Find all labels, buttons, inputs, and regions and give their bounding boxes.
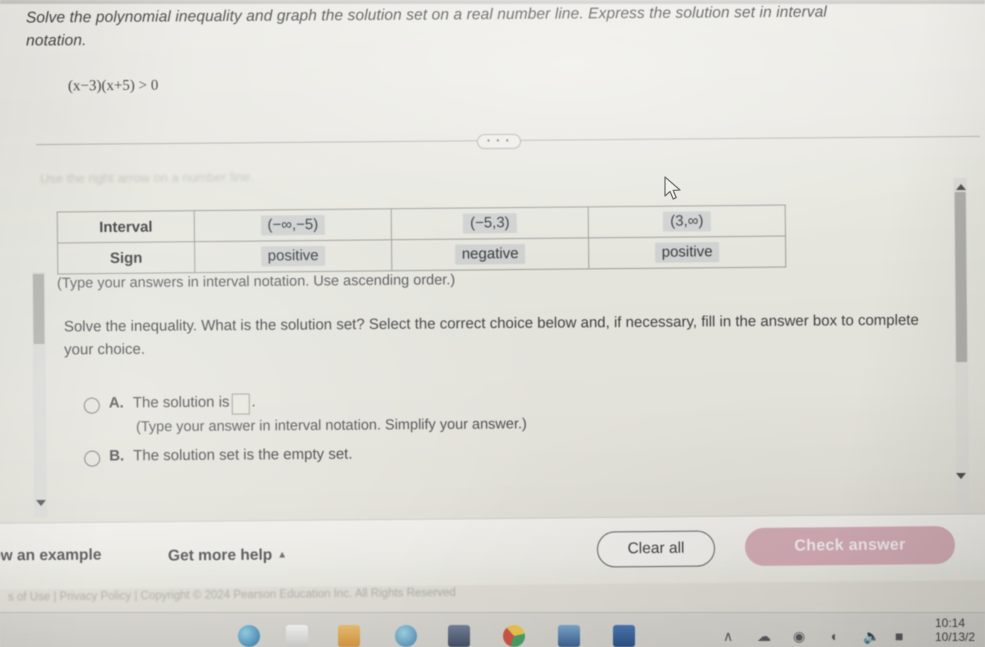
outlook-icon[interactable]: [558, 625, 580, 647]
chrome-icon[interactable]: [503, 625, 525, 647]
sign-cell-1[interactable]: positive: [194, 239, 392, 273]
get-more-help-link[interactable]: Get more help ▲: [168, 546, 287, 565]
onedrive-icon[interactable]: ☁: [757, 628, 771, 645]
clock-date: 10/13/2: [935, 630, 976, 644]
interval-value-2: (−5,3): [462, 213, 517, 234]
get-more-help-label: Get more help: [167, 546, 273, 565]
answer-choices: A. The solution is . (Type your answer i…: [83, 389, 785, 470]
choice-b-letter: B.: [109, 447, 125, 465]
view-an-example-link[interactable]: ew an example: [0, 547, 101, 566]
problem-equation: (x−3)(x+5) > 0: [67, 77, 159, 95]
word-icon[interactable]: [613, 625, 635, 647]
sign-cell-3[interactable]: positive: [588, 236, 786, 269]
file-folder-icon[interactable]: [338, 625, 360, 647]
sign-value-3: positive: [654, 242, 720, 263]
battery-icon[interactable]: ■: [895, 628, 903, 644]
scroll-up-arrow-icon[interactable]: [955, 183, 967, 191]
choice-b[interactable]: B. The solution set is the empty set.: [84, 442, 784, 467]
choice-a-trailing: .: [251, 393, 256, 411]
taskbar-clock[interactable]: 10:14 10/13/2: [935, 616, 975, 644]
volume-icon[interactable]: 🔈: [863, 628, 880, 645]
caret-up-icon: ▲: [277, 549, 288, 561]
screenshot-root: Solve the polynomial inequality and grap…: [0, 0, 985, 647]
clock-time: 10:14: [935, 616, 966, 630]
teams-icon[interactable]: [395, 625, 417, 647]
choice-a[interactable]: A. The solution is .: [83, 389, 784, 415]
explorer-icon[interactable]: [286, 625, 308, 647]
radio-button-b[interactable]: [84, 450, 101, 467]
photos-icon[interactable]: [448, 625, 470, 647]
more-options-button[interactable]: • • •: [476, 133, 522, 150]
choice-a-text: The solution is: [132, 393, 230, 412]
choice-a-hint: (Type your answer in interval notation. …: [135, 416, 527, 436]
antivirus-icon[interactable]: ◉: [793, 628, 805, 645]
row-label-interval: Interval: [57, 210, 195, 243]
sign-cell-2[interactable]: negative: [391, 237, 589, 271]
scroll-down-arrow-left-icon[interactable]: [35, 499, 47, 507]
problem-prompt-line1: Solve the polynomial inequality and grap…: [25, 3, 828, 27]
interval-value-3: (3,∞): [663, 211, 711, 232]
sign-chart-table: Interval (−∞,−5) (−5,3) (3,∞) Sign posit…: [57, 205, 787, 275]
tray-expand-caret-icon[interactable]: ∧: [723, 628, 733, 645]
problem-prompt: Solve the polynomial inequality and grap…: [26, 1, 976, 54]
sign-value-1: positive: [260, 245, 326, 267]
problem-prompt-line2: notation.: [26, 31, 87, 50]
interval-value-1: (−∞,−5): [260, 214, 326, 236]
sign-value-2: negative: [454, 244, 526, 265]
check-answer-button[interactable]: Check answer: [744, 525, 956, 567]
photo-blur-layer: Solve the polynomial inequality and grap…: [0, 0, 985, 647]
faint-instruction-text: Use the right arrow on a number line.: [39, 169, 254, 187]
scroll-down-arrow-icon[interactable]: [955, 472, 967, 480]
edge-icon[interactable]: [238, 625, 260, 647]
interval-cell-2[interactable]: (−5,3): [391, 206, 589, 240]
scrollbar-thumb-left[interactable]: [32, 273, 45, 345]
radio-button-a[interactable]: [83, 397, 100, 414]
answer-input-a[interactable]: [231, 393, 250, 415]
wifi-icon[interactable]: ◖: [829, 628, 837, 644]
row-label-sign: Sign: [57, 241, 195, 274]
interval-cell-3[interactable]: (3,∞): [588, 205, 786, 238]
mouse-cursor-icon: [664, 176, 681, 200]
table-row: Sign positive negative positive: [57, 236, 786, 274]
scrollbar-thumb-right[interactable]: [954, 191, 968, 363]
choice-a-letter: A.: [108, 394, 124, 412]
interval-cell-1[interactable]: (−∞,−5): [194, 208, 392, 242]
question-text: Solve the inequality. What is the soluti…: [63, 311, 919, 358]
choice-b-text: The solution set is the empty set.: [133, 445, 353, 465]
vertical-scrollbar-left[interactable]: [31, 271, 48, 518]
clear-all-button[interactable]: Clear all: [596, 530, 716, 568]
